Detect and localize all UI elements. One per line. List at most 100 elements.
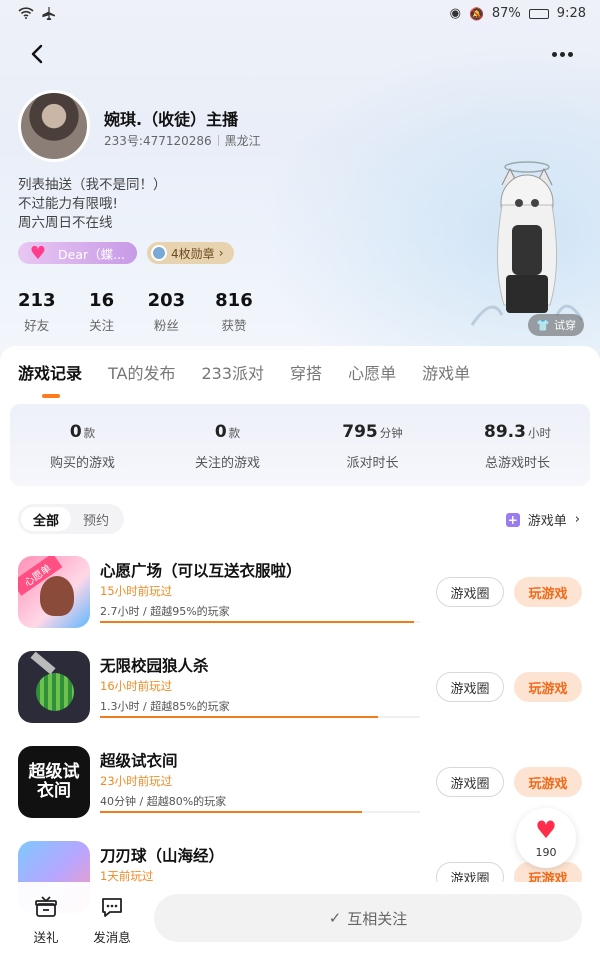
game-stat: 2.7小时 / 超越95%的玩家 — [100, 605, 230, 618]
filter-all[interactable]: 全部 — [21, 507, 72, 531]
stat-label: 好友 — [24, 318, 50, 333]
content-sheet: 游戏记录 TA的发布 233派对 穿搭 心愿单 游戏单 0款 购买的游戏 0款 … — [0, 346, 600, 960]
stat-friends[interactable]: 213 好友 — [18, 290, 56, 334]
stat-value: 203 — [147, 290, 186, 311]
play-time-bar — [100, 716, 420, 718]
fan-badge[interactable]: ♥ Dear（蝶... — [18, 242, 138, 264]
game-row[interactable]: 超级试衣间 超级试衣间 23小时前玩过 40分钟 / 超越80%的玩家 游戏圈 … — [0, 746, 600, 841]
watermelon-icon — [36, 673, 74, 711]
profile-stats: 213 好友 16 关注 203 粉丝 816 获赞 — [18, 290, 253, 334]
game-name: 刀刃球（山海经） — [100, 847, 225, 865]
medal-badge[interactable]: 4枚勋章 › — [147, 242, 234, 264]
try-on-button[interactable]: 👕 试穿 — [528, 314, 584, 336]
bottom-action-bar: 送礼 发消息 ✓ 互相关注 — [0, 882, 600, 960]
play-game-button[interactable]: 玩游戏 — [514, 577, 582, 607]
stat-value: 213 — [18, 290, 56, 311]
summary-label: 总游戏时长 — [484, 456, 550, 471]
game-circle-button[interactable]: 游戏圈 — [436, 577, 504, 607]
like-button[interactable]: ♥ 190 — [516, 808, 576, 868]
message-button[interactable]: 发消息 — [82, 896, 142, 946]
battery-percent: 87% — [491, 6, 521, 21]
tab-outfits[interactable]: 穿搭 — [290, 360, 322, 384]
summary-value: 0 — [214, 422, 227, 442]
game-name: 心愿广场（可以互送衣服啦） — [100, 562, 302, 580]
mutual-follow-button[interactable]: ✓ 互相关注 — [154, 894, 582, 942]
gift-button[interactable]: 送礼 — [16, 896, 76, 946]
filter-reserve[interactable]: 预约 — [71, 507, 121, 531]
medal-label: 4枚勋章 — [171, 246, 215, 261]
summary-label: 关注的游戏 — [194, 456, 260, 471]
summary-label: 购买的游戏 — [49, 456, 115, 471]
knife-icon — [30, 651, 56, 675]
play-time-bar-fill — [100, 716, 379, 718]
stat-value: 16 — [89, 290, 115, 311]
game-icon-label: 超级试衣间 — [28, 762, 80, 801]
mute-icon: 🔕 — [468, 6, 484, 21]
plus-icon: + — [505, 512, 520, 527]
stat-following[interactable]: 16 关注 — [86, 290, 118, 334]
summary-party-time[interactable]: 795 分钟 派对时长 — [300, 404, 445, 486]
stat-fans[interactable]: 203 粉丝 — [148, 290, 186, 334]
status-bar: ◉ 🔕 87% 9:28 — [0, 0, 600, 30]
stat-likes[interactable]: 816 获赞 — [215, 290, 253, 334]
chevron-right-icon: › — [574, 512, 580, 527]
chevron-right-icon: › — [218, 246, 224, 260]
play-time-bar — [100, 621, 420, 623]
clock: 9:28 — [556, 6, 586, 21]
shirt-icon: 👕 — [536, 318, 550, 332]
tab-bar: 游戏记录 TA的发布 233派对 穿搭 心愿单 游戏单 — [18, 360, 470, 398]
gift-icon — [35, 896, 57, 917]
back-arrow-icon[interactable] — [24, 40, 52, 68]
play-game-button[interactable]: 玩游戏 — [514, 767, 582, 797]
play-time-bar-fill — [100, 621, 414, 623]
battery-icon — [528, 8, 549, 19]
game-name: 无限校园狼人杀 — [100, 657, 209, 675]
more-options-icon[interactable] — [548, 40, 576, 68]
summary-value: 795 — [342, 422, 378, 442]
badge-row: ♥ Dear（蝶... 4枚勋章 › — [18, 242, 234, 264]
tab-posts[interactable]: TA的发布 — [108, 360, 175, 384]
game-icon: 心愿单 — [18, 556, 90, 628]
filter-toggle: 全部 预约 — [18, 504, 125, 534]
like-count: 190 — [535, 845, 557, 859]
play-time-bar-fill — [100, 811, 363, 813]
avatar[interactable] — [18, 90, 90, 162]
user-id: 233号:477120286 — [104, 134, 212, 148]
play-game-button[interactable]: 玩游戏 — [514, 672, 582, 702]
summary-total-time[interactable]: 89.3 小时 总游戏时长 — [445, 404, 590, 486]
summary-value: 0 — [69, 422, 82, 442]
game-list-link[interactable]: + 游戏单 › — [505, 510, 580, 529]
tab-game-records[interactable]: 游戏记录 — [18, 360, 82, 398]
summary-value: 89.3 — [484, 422, 526, 442]
wifi-icon — [18, 7, 34, 19]
summary-unit: 小时 — [527, 426, 551, 440]
summary-purchased[interactable]: 0款 购买的游戏 — [10, 404, 155, 486]
game-row[interactable]: 无限校园狼人杀 16小时前玩过 1.3小时 / 超越85%的玩家 游戏圈 玩游戏 — [0, 651, 600, 746]
stat-value: 816 — [215, 290, 253, 311]
heart-wings-icon: ♥ — [29, 242, 47, 264]
game-circle-button[interactable]: 游戏圈 — [436, 767, 504, 797]
region: 黑龙江 — [224, 134, 261, 148]
summary-followed[interactable]: 0款 关注的游戏 — [155, 404, 300, 486]
tab-game-lists[interactable]: 游戏单 — [422, 360, 470, 384]
game-row[interactable]: 心愿单 心愿广场（可以互送衣服啦） 15小时前玩过 2.7小时 / 超越95%的… — [0, 556, 600, 651]
summary-unit: 款 — [228, 426, 241, 440]
game-last-played: 23小时前玩过 — [100, 774, 173, 788]
message-label: 发消息 — [93, 930, 131, 945]
bio-line: 列表抽送（我不是同！） — [18, 177, 167, 193]
eye-icon: ◉ — [449, 6, 461, 21]
tab-233-party[interactable]: 233派对 — [202, 360, 265, 384]
stat-label: 粉丝 — [153, 318, 179, 333]
game-last-played: 16小时前玩过 — [100, 679, 173, 693]
avatar-character-image[interactable] — [462, 155, 592, 335]
summary-unit: 款 — [83, 426, 96, 440]
fan-badge-label: Dear（蝶... — [58, 246, 126, 262]
summary-label: 派对时长 — [346, 456, 399, 471]
nickname: 婉琪.（收徒）主播 — [104, 110, 239, 129]
play-time-bar — [100, 811, 420, 813]
game-icon — [18, 651, 90, 723]
tab-wishlist[interactable]: 心愿单 — [348, 360, 396, 384]
bio-line: 不过能力有限哦! — [18, 196, 118, 212]
game-circle-button[interactable]: 游戏圈 — [436, 672, 504, 702]
game-stat: 40分钟 / 超越80%的玩家 — [100, 795, 227, 808]
